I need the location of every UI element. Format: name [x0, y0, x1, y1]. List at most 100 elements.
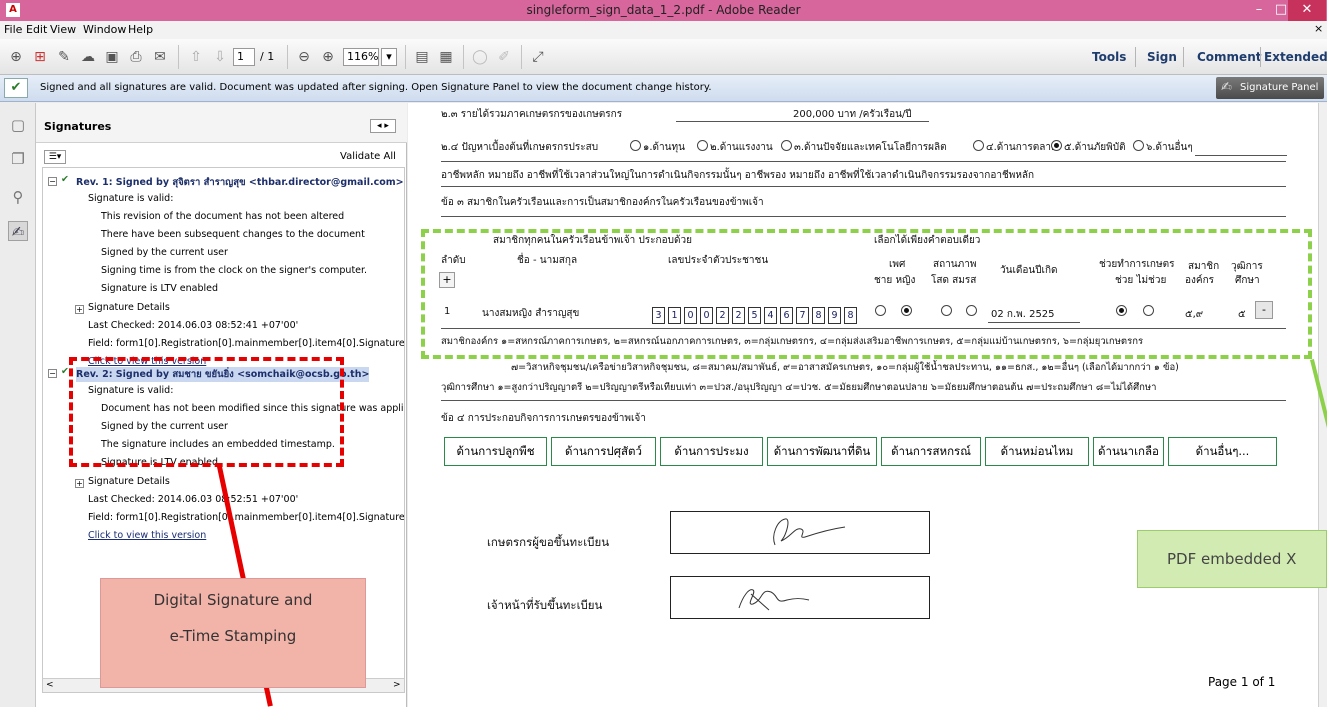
- problem-radio-selected[interactable]: [1051, 140, 1062, 151]
- rev1-valid: Signature is valid:: [88, 193, 174, 204]
- panel-options-icon[interactable]: ☰▾: [44, 150, 66, 164]
- problem-option: ๕.ด้านภัยพิบัติ: [1064, 142, 1126, 153]
- signatures-panel-header: Signatures ◂ ▸: [36, 103, 407, 143]
- validate-all-button[interactable]: Validate All: [340, 151, 396, 162]
- rev2-view-link[interactable]: Click to view this version: [88, 530, 206, 541]
- zoom-dropdown-icon[interactable]: ▾: [381, 48, 397, 66]
- toolbar-separator: [1260, 47, 1261, 67]
- rev1-last-checked: Last Checked: 2014.06.03 08:52:41 +07'00…: [88, 320, 299, 331]
- problem-option: ๖.ด้านอื่นๆ: [1146, 142, 1193, 153]
- farmer-signature-label: เกษตรกรผู้ขอขึ้นทะเบียน: [487, 535, 610, 549]
- signatures-icon[interactable]: ✍: [8, 221, 28, 241]
- expand-details-icon[interactable]: +: [75, 479, 84, 488]
- income-label: ๒.๓ รายได้รวมภาคเกษตรกรของเกษตรกร: [441, 109, 623, 120]
- officer-signature-box[interactable]: [670, 576, 930, 619]
- collapse-panel-icon[interactable]: ◂ ▸: [370, 119, 396, 133]
- create-icon[interactable]: ⊞: [30, 47, 50, 67]
- officer-signature-image: [738, 589, 810, 611]
- rev1-line: Signing time is from the clock on the si…: [101, 265, 368, 276]
- category-button[interactable]: ด้านการประมง: [660, 437, 763, 466]
- share-icon[interactable]: ☁: [78, 47, 98, 67]
- rev2-field: Field: form1[0].Registration[0].mainmemb…: [88, 512, 405, 523]
- zoom-in-icon[interactable]: ⊕: [318, 47, 338, 67]
- collapse-rev2-icon[interactable]: −: [48, 369, 57, 378]
- attachments-icon[interactable]: ⚲: [8, 187, 28, 207]
- expand-icon[interactable]: ⤢: [528, 47, 548, 67]
- problem-option: ๓.ด้านปัจจัยและเทคโนโลยีการผลิต: [794, 142, 947, 153]
- menu-view[interactable]: View: [50, 23, 76, 36]
- close-document-icon[interactable]: ×: [1314, 22, 1323, 35]
- page-number-input[interactable]: 1: [233, 48, 255, 66]
- category-button[interactable]: ด้านการปศุสัตว์: [551, 437, 656, 466]
- problem-option: ๑.ด้านทุน: [643, 142, 685, 153]
- rev1-details[interactable]: Signature Details: [88, 302, 170, 313]
- pdf-embedded-callout: PDF embedded X: [1137, 530, 1327, 588]
- toolbar: ⊕ ⊞ ✎ ☁ ▣ ⎙ ✉ ⇧ ⇩ 1 / 1 ⊖ ⊕ 116% ▾ ▤ ▦ ◯…: [0, 39, 1327, 75]
- fit-page-icon[interactable]: ▤: [412, 47, 432, 67]
- pdf-embedded-callout-text: PDF embedded X: [1167, 550, 1297, 568]
- divider: [441, 400, 1286, 401]
- create-pdf-icon[interactable]: ⊕: [6, 47, 26, 67]
- expand-details-icon[interactable]: +: [75, 305, 84, 314]
- problem-radio[interactable]: [973, 140, 984, 151]
- signature-message: Signed and all signatures are valid. Doc…: [40, 82, 712, 93]
- save-icon[interactable]: ▣: [102, 47, 122, 67]
- problem-radio[interactable]: [1133, 140, 1144, 151]
- divider: [441, 216, 1286, 217]
- signature-panel-label: Signature Panel: [1240, 82, 1319, 93]
- navigation-strip: ▢ ❐ ⚲ ✍: [0, 103, 36, 707]
- next-page-icon[interactable]: ⇩: [210, 47, 230, 67]
- education-legend: วุฒิการศึกษา ๑=สูงกว่าปริญญาตรี ๒=ปริญญา…: [441, 382, 1157, 393]
- comment-pane-button[interactable]: Comment: [1197, 50, 1261, 64]
- toolbar-separator: [178, 45, 179, 69]
- extended-pane-button[interactable]: Extended: [1264, 50, 1327, 64]
- fit-width-icon[interactable]: ▦: [436, 47, 456, 67]
- underline: [676, 121, 929, 122]
- category-button[interactable]: ด้านหม่อนไหม: [985, 437, 1089, 466]
- zoom-out-icon[interactable]: ⊖: [294, 47, 314, 67]
- category-button[interactable]: ด้านนาเกลือ: [1093, 437, 1164, 466]
- section3-title: ข้อ ๓ สมาชิกในครัวเรือนและการเป็นสมาชิกอ…: [441, 197, 764, 208]
- category-button[interactable]: ด้านการพัฒนาที่ดิน: [767, 437, 877, 466]
- farmer-signature-box[interactable]: [670, 511, 930, 554]
- menu-edit[interactable]: Edit: [26, 23, 47, 36]
- comment-icon[interactable]: ◯: [470, 47, 490, 67]
- zoom-input[interactable]: 116%: [343, 48, 379, 66]
- category-button[interactable]: ด้านอื่นๆ...: [1168, 437, 1277, 466]
- problem-radio[interactable]: [630, 140, 641, 151]
- page-total: / 1: [260, 50, 275, 63]
- close-button[interactable]: ✕: [1288, 0, 1326, 21]
- sign-pane-button[interactable]: Sign: [1147, 50, 1177, 64]
- rev1-line: There have been subsequent changes to th…: [101, 229, 365, 240]
- problem-radio[interactable]: [697, 140, 708, 151]
- category-button[interactable]: ด้านการสหกรณ์: [881, 437, 981, 466]
- menu-bar: File Edit View Window Help ×: [0, 21, 1327, 39]
- pen-icon: ✍: [1221, 80, 1232, 95]
- highlight-icon[interactable]: ✐: [494, 47, 514, 67]
- problem-option: ๔.ด้านการตลาด: [986, 142, 1058, 153]
- rev1-line: Signature is LTV enabled: [101, 283, 218, 294]
- scroll-left-icon[interactable]: <: [46, 680, 54, 690]
- collapse-rev1-icon[interactable]: −: [48, 177, 57, 186]
- problem-radio[interactable]: [781, 140, 792, 151]
- signature-highlight: [69, 357, 344, 467]
- menu-file[interactable]: File: [4, 23, 22, 36]
- pages-icon[interactable]: ❐: [8, 149, 28, 169]
- email-icon[interactable]: ✉: [150, 47, 170, 67]
- page-thumbnails-icon[interactable]: ▢: [8, 115, 28, 135]
- print-icon[interactable]: ⎙: [126, 47, 146, 67]
- toolbar-separator: [405, 45, 406, 69]
- income-value: 200,000 บาท /ครัวเรือน/ปี: [793, 109, 912, 120]
- previous-page-icon[interactable]: ⇧: [186, 47, 206, 67]
- category-button[interactable]: ด้านการปลูกพืช: [444, 437, 547, 466]
- rev2-details[interactable]: Signature Details: [88, 476, 170, 487]
- toolbar-separator: [287, 45, 288, 69]
- edit-icon[interactable]: ✎: [54, 47, 74, 67]
- menu-window[interactable]: Window: [83, 23, 126, 36]
- menu-help[interactable]: Help: [128, 23, 153, 36]
- scroll-right-icon[interactable]: >: [393, 680, 401, 690]
- tools-pane-button[interactable]: Tools: [1092, 50, 1126, 64]
- signature-panel-button[interactable]: ✍ Signature Panel: [1216, 77, 1324, 99]
- title-bar: A singleform_sign_data_1_2.pdf - Adobe R…: [0, 0, 1327, 21]
- rev1-header[interactable]: Rev. 1: Signed by สุจิตรา สำราญสุข <thba…: [76, 175, 404, 190]
